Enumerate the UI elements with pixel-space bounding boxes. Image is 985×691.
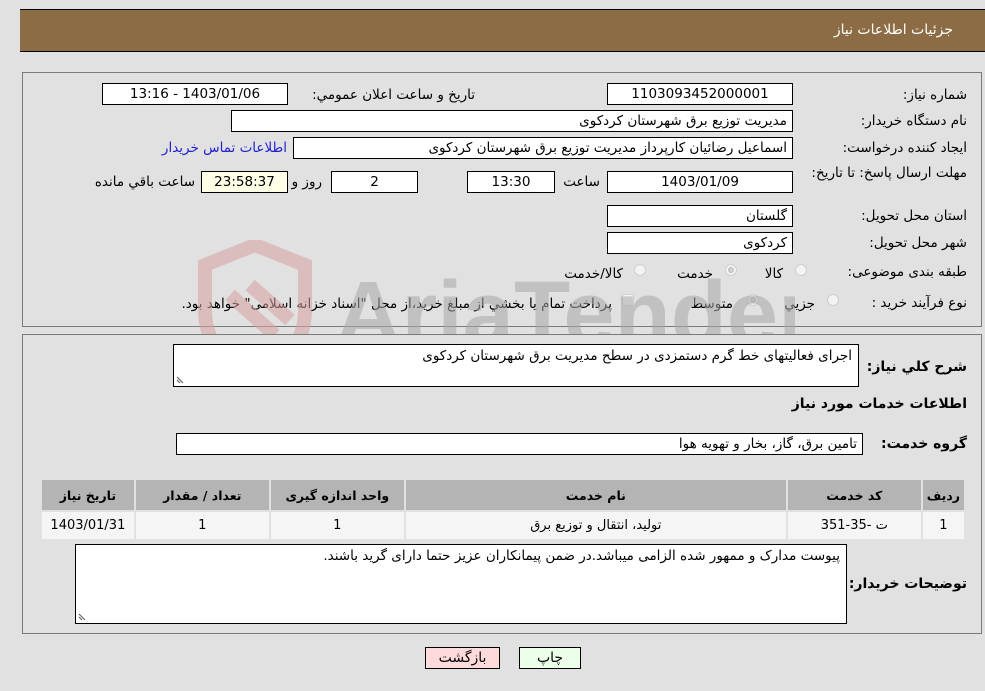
remaining-time-label: ساعت باقي مانده	[94, 174, 195, 190]
purchase-radio-minor[interactable]	[827, 294, 839, 306]
city-field: کردکوی	[607, 232, 793, 254]
category-radio-goods[interactable]	[795, 264, 807, 276]
need-number-label: شماره نیاز:	[902, 87, 967, 103]
col-row-number: رديف	[920, 478, 967, 512]
requester-label: ايجاد كننده درخواست:	[842, 140, 967, 156]
buyer-org-label: نام دستگاه خريدار:	[860, 113, 967, 129]
category-goods-service-label: کالا/خدمت	[564, 266, 623, 282]
print-button[interactable]: چاپ	[519, 647, 581, 669]
description-text: اجرای فعالیتهای خط گرم دستمزدی در سطح مد…	[422, 348, 852, 364]
cell-unit: 1	[268, 510, 406, 541]
buyer-notes-textarea[interactable]: پیوست مدارک و ممهور شده الزامی میباشد.در…	[75, 544, 847, 624]
remaining-days-field: 2	[331, 171, 418, 193]
cell-service-code: ت -35-351	[785, 510, 923, 541]
deadline-time-label: ساعت	[563, 174, 600, 190]
category-service-label: خدمت	[677, 266, 713, 282]
category-radio-goods-service[interactable]	[634, 264, 646, 276]
purchase-minor-label: جزيي	[784, 296, 815, 312]
remaining-time-field: 23:58:37	[201, 171, 288, 193]
treasury-checkbox[interactable]	[622, 294, 634, 306]
purchase-medium-label: متوسط	[690, 296, 733, 312]
cell-quantity: 1	[133, 510, 271, 541]
back-button[interactable]: بازگشت	[425, 647, 500, 669]
table-row: 1 ت -35-351 تولید، انتقال و توزیع برق 1 …	[40, 510, 967, 541]
buyer-contact-link[interactable]: اطلاعات تماس خريدار	[162, 140, 287, 156]
col-service-code: کد خدمت	[785, 478, 923, 512]
province-label: استان محل تحويل:	[861, 208, 967, 224]
col-quantity: تعداد / مقدار	[133, 478, 271, 512]
col-need-date: تاريخ نياز	[40, 478, 136, 512]
city-label: شهر محل تحويل:	[869, 235, 967, 251]
service-group-field: تامین برق، گاز، بخار و تهویه هوا	[176, 433, 863, 455]
deadline-label: مهلت ارسال پاسخ: تا تاريخ:	[811, 165, 967, 181]
announce-datetime-label: تاریخ و ساعت اعلان عمومي:	[312, 87, 475, 103]
resize-grip-icon[interactable]	[176, 375, 185, 384]
page-title: جزئیات اطلاعات نیاز	[833, 22, 953, 38]
description-textarea[interactable]: اجرای فعالیتهای خط گرم دستمزدی در سطح مد…	[173, 344, 859, 387]
need-number-field: 1103093452000001	[607, 83, 793, 105]
cell-need-date: 1403/01/31	[40, 510, 136, 541]
deadline-time-field: 13:30	[467, 171, 555, 193]
services-heading: اطلاعات خدمات مورد نياز	[791, 396, 967, 412]
requester-field: اسماعیل رضائیان کارپرداز مدیریت توزیع بر…	[293, 137, 793, 159]
description-label: شرح كلي نياز:	[866, 359, 967, 375]
col-service-name: نام خدمت	[403, 478, 788, 512]
category-goods-label: کالا	[764, 266, 783, 282]
buyer-org-field: مدیریت توزیع برق شهرستان کردکوی	[231, 110, 793, 132]
deadline-date-field: 1403/01/09	[607, 171, 793, 193]
buyer-notes-label: توضيحات خريدار:	[848, 576, 967, 592]
category-label: طبقه بندی موضوعی:	[847, 264, 967, 280]
resize-grip-icon[interactable]	[78, 612, 87, 621]
days-label: روز و	[291, 174, 322, 190]
table-header-row: رديف کد خدمت نام خدمت واحد اندازه گيری ت…	[40, 478, 967, 512]
services-table: رديف کد خدمت نام خدمت واحد اندازه گيری ت…	[40, 478, 967, 541]
province-field: گلستان	[607, 205, 793, 227]
category-radio-service[interactable]	[725, 264, 737, 276]
cell-row-number: 1	[920, 510, 967, 541]
announce-datetime-field: 1403/01/06 - 13:16	[102, 83, 288, 105]
col-unit: واحد اندازه گيری	[268, 478, 406, 512]
page-header: جزئیات اطلاعات نیاز	[20, 9, 985, 52]
buyer-notes-text: پیوست مدارک و ممهور شده الزامی میباشد.در…	[323, 548, 840, 564]
treasury-note: پرداخت تمام يا بخشي از مبلغ خريد،از محل …	[181, 296, 612, 312]
service-group-label: گروه خدمت:	[881, 436, 967, 452]
purchase-radio-medium[interactable]	[747, 294, 759, 306]
cell-service-name: تولید، انتقال و توزیع برق	[403, 510, 788, 541]
purchase-type-label: نوع فرآيند خريد :	[871, 295, 967, 311]
